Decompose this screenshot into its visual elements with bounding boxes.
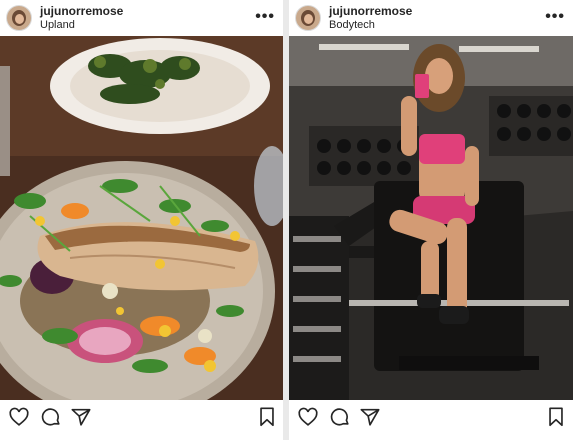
food-photo-illustration bbox=[0, 36, 283, 400]
bookmark-icon[interactable] bbox=[545, 406, 567, 428]
post-card-right: jujunorremose Bodytech ••• bbox=[289, 0, 573, 440]
avatar[interactable] bbox=[6, 5, 32, 31]
comment-icon[interactable] bbox=[40, 406, 62, 428]
gym-photo-illustration bbox=[289, 36, 573, 400]
more-options-icon[interactable]: ••• bbox=[545, 9, 565, 25]
heart-icon[interactable] bbox=[297, 406, 319, 428]
bookmark-icon[interactable] bbox=[256, 406, 278, 428]
more-options-icon[interactable]: ••• bbox=[255, 9, 275, 25]
post-header: jujunorremose Bodytech ••• bbox=[289, 0, 573, 36]
heart-icon[interactable] bbox=[8, 406, 30, 428]
avatar[interactable] bbox=[295, 5, 321, 31]
comment-icon[interactable] bbox=[329, 406, 351, 428]
post-author: jujunorremose Bodytech bbox=[329, 4, 412, 32]
post-author: jujunorremose Upland bbox=[40, 4, 123, 32]
location-link[interactable]: Upland bbox=[40, 19, 123, 32]
share-icon[interactable] bbox=[70, 406, 92, 428]
location-link[interactable]: Bodytech bbox=[329, 19, 412, 32]
post-actions bbox=[289, 404, 573, 430]
username-link[interactable]: jujunorremose bbox=[329, 4, 412, 18]
post-header: jujunorremose Upland ••• bbox=[0, 0, 283, 36]
share-icon[interactable] bbox=[359, 406, 381, 428]
post-photo[interactable] bbox=[289, 36, 573, 400]
username-link[interactable]: jujunorremose bbox=[40, 4, 123, 18]
post-photo[interactable] bbox=[0, 36, 283, 400]
post-actions bbox=[0, 404, 283, 430]
post-card-left: jujunorremose Upland ••• bbox=[0, 0, 283, 440]
